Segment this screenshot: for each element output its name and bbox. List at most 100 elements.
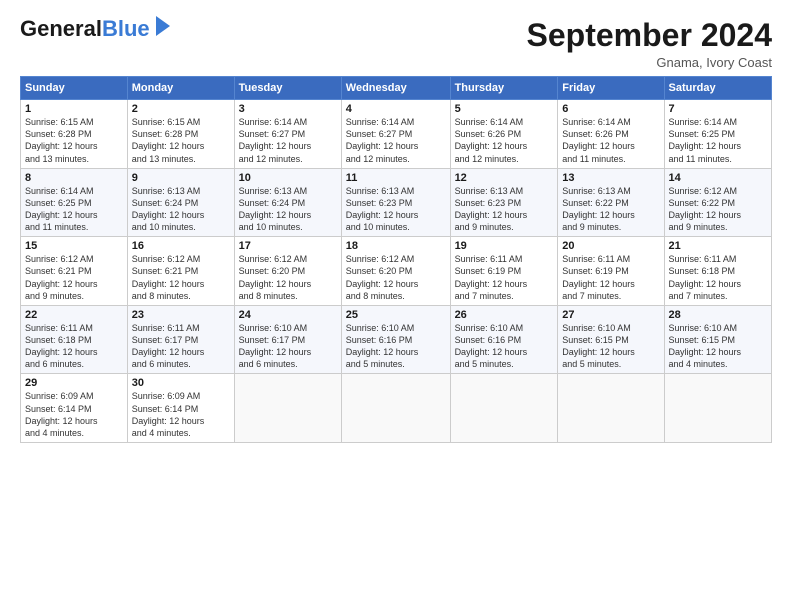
day-number: 26 <box>455 309 554 321</box>
calendar-cell: 14Sunrise: 6:12 AMSunset: 6:22 PMDayligh… <box>664 168 771 237</box>
day-number: 13 <box>562 172 659 184</box>
day-info: Sunrise: 6:10 AMSunset: 6:17 PMDaylight:… <box>239 322 337 371</box>
logo-text: GeneralBlue <box>20 18 150 40</box>
header-row: Sunday Monday Tuesday Wednesday Thursday… <box>21 77 772 100</box>
day-info: Sunrise: 6:12 AMSunset: 6:20 PMDaylight:… <box>239 253 337 302</box>
calendar-cell: 18Sunrise: 6:12 AMSunset: 6:20 PMDayligh… <box>341 237 450 306</box>
day-number: 2 <box>132 103 230 115</box>
day-info: Sunrise: 6:11 AMSunset: 6:19 PMDaylight:… <box>455 253 554 302</box>
day-number: 16 <box>132 240 230 252</box>
calendar-cell <box>341 374 450 443</box>
day-number: 14 <box>669 172 767 184</box>
day-info: Sunrise: 6:13 AMSunset: 6:22 PMDaylight:… <box>562 185 659 234</box>
calendar-cell: 19Sunrise: 6:11 AMSunset: 6:19 PMDayligh… <box>450 237 558 306</box>
day-info: Sunrise: 6:11 AMSunset: 6:17 PMDaylight:… <box>132 322 230 371</box>
calendar-week-2: 8Sunrise: 6:14 AMSunset: 6:25 PMDaylight… <box>21 168 772 237</box>
calendar-week-4: 22Sunrise: 6:11 AMSunset: 6:18 PMDayligh… <box>21 305 772 374</box>
calendar-cell: 4Sunrise: 6:14 AMSunset: 6:27 PMDaylight… <box>341 100 450 169</box>
day-info: Sunrise: 6:14 AMSunset: 6:26 PMDaylight:… <box>455 116 554 165</box>
day-number: 11 <box>346 172 446 184</box>
page: GeneralBlue September 2024 Gnama, Ivory … <box>0 0 792 453</box>
day-number: 30 <box>132 377 230 389</box>
day-info: Sunrise: 6:10 AMSunset: 6:15 PMDaylight:… <box>669 322 767 371</box>
day-info: Sunrise: 6:09 AMSunset: 6:14 PMDaylight:… <box>132 390 230 439</box>
calendar-cell: 28Sunrise: 6:10 AMSunset: 6:15 PMDayligh… <box>664 305 771 374</box>
day-info: Sunrise: 6:11 AMSunset: 6:18 PMDaylight:… <box>25 322 123 371</box>
calendar-cell: 5Sunrise: 6:14 AMSunset: 6:26 PMDaylight… <box>450 100 558 169</box>
day-number: 12 <box>455 172 554 184</box>
day-info: Sunrise: 6:14 AMSunset: 6:25 PMDaylight:… <box>669 116 767 165</box>
col-saturday: Saturday <box>664 77 771 100</box>
day-number: 27 <box>562 309 659 321</box>
day-number: 5 <box>455 103 554 115</box>
col-thursday: Thursday <box>450 77 558 100</box>
calendar-cell: 23Sunrise: 6:11 AMSunset: 6:17 PMDayligh… <box>127 305 234 374</box>
calendar-cell <box>234 374 341 443</box>
day-number: 10 <box>239 172 337 184</box>
day-number: 25 <box>346 309 446 321</box>
day-info: Sunrise: 6:13 AMSunset: 6:24 PMDaylight:… <box>132 185 230 234</box>
calendar-cell: 16Sunrise: 6:12 AMSunset: 6:21 PMDayligh… <box>127 237 234 306</box>
day-info: Sunrise: 6:15 AMSunset: 6:28 PMDaylight:… <box>25 116 123 165</box>
calendar-cell: 2Sunrise: 6:15 AMSunset: 6:28 PMDaylight… <box>127 100 234 169</box>
day-number: 19 <box>455 240 554 252</box>
calendar-cell: 27Sunrise: 6:10 AMSunset: 6:15 PMDayligh… <box>558 305 664 374</box>
calendar-cell <box>664 374 771 443</box>
calendar-cell: 6Sunrise: 6:14 AMSunset: 6:26 PMDaylight… <box>558 100 664 169</box>
day-info: Sunrise: 6:13 AMSunset: 6:23 PMDaylight:… <box>455 185 554 234</box>
calendar-cell: 10Sunrise: 6:13 AMSunset: 6:24 PMDayligh… <box>234 168 341 237</box>
calendar-cell: 30Sunrise: 6:09 AMSunset: 6:14 PMDayligh… <box>127 374 234 443</box>
calendar-cell: 20Sunrise: 6:11 AMSunset: 6:19 PMDayligh… <box>558 237 664 306</box>
day-info: Sunrise: 6:11 AMSunset: 6:19 PMDaylight:… <box>562 253 659 302</box>
day-number: 1 <box>25 103 123 115</box>
day-info: Sunrise: 6:09 AMSunset: 6:14 PMDaylight:… <box>25 390 123 439</box>
day-number: 20 <box>562 240 659 252</box>
calendar-cell: 22Sunrise: 6:11 AMSunset: 6:18 PMDayligh… <box>21 305 128 374</box>
calendar-week-5: 29Sunrise: 6:09 AMSunset: 6:14 PMDayligh… <box>21 374 772 443</box>
logo-blue: Blue <box>102 16 150 41</box>
day-number: 9 <box>132 172 230 184</box>
day-number: 29 <box>25 377 123 389</box>
calendar-header: Sunday Monday Tuesday Wednesday Thursday… <box>21 77 772 100</box>
logo-general: General <box>20 16 102 41</box>
day-info: Sunrise: 6:14 AMSunset: 6:27 PMDaylight:… <box>239 116 337 165</box>
calendar-cell: 9Sunrise: 6:13 AMSunset: 6:24 PMDaylight… <box>127 168 234 237</box>
calendar-cell: 8Sunrise: 6:14 AMSunset: 6:25 PMDaylight… <box>21 168 128 237</box>
day-info: Sunrise: 6:13 AMSunset: 6:24 PMDaylight:… <box>239 185 337 234</box>
day-number: 18 <box>346 240 446 252</box>
day-info: Sunrise: 6:10 AMSunset: 6:15 PMDaylight:… <box>562 322 659 371</box>
day-info: Sunrise: 6:11 AMSunset: 6:18 PMDaylight:… <box>669 253 767 302</box>
calendar-cell: 11Sunrise: 6:13 AMSunset: 6:23 PMDayligh… <box>341 168 450 237</box>
day-info: Sunrise: 6:10 AMSunset: 6:16 PMDaylight:… <box>346 322 446 371</box>
logo-arrow-icon <box>152 16 174 38</box>
col-friday: Friday <box>558 77 664 100</box>
day-number: 4 <box>346 103 446 115</box>
day-number: 7 <box>669 103 767 115</box>
day-number: 22 <box>25 309 123 321</box>
col-sunday: Sunday <box>21 77 128 100</box>
day-number: 21 <box>669 240 767 252</box>
calendar-cell: 7Sunrise: 6:14 AMSunset: 6:25 PMDaylight… <box>664 100 771 169</box>
calendar-cell <box>558 374 664 443</box>
day-number: 8 <box>25 172 123 184</box>
calendar-cell: 25Sunrise: 6:10 AMSunset: 6:16 PMDayligh… <box>341 305 450 374</box>
location: Gnama, Ivory Coast <box>527 55 772 70</box>
col-monday: Monday <box>127 77 234 100</box>
day-info: Sunrise: 6:12 AMSunset: 6:21 PMDaylight:… <box>132 253 230 302</box>
calendar-cell: 24Sunrise: 6:10 AMSunset: 6:17 PMDayligh… <box>234 305 341 374</box>
calendar-cell: 1Sunrise: 6:15 AMSunset: 6:28 PMDaylight… <box>21 100 128 169</box>
day-number: 23 <box>132 309 230 321</box>
day-number: 17 <box>239 240 337 252</box>
day-number: 24 <box>239 309 337 321</box>
day-number: 28 <box>669 309 767 321</box>
calendar-body: 1Sunrise: 6:15 AMSunset: 6:28 PMDaylight… <box>21 100 772 443</box>
calendar-week-1: 1Sunrise: 6:15 AMSunset: 6:28 PMDaylight… <box>21 100 772 169</box>
calendar-cell: 17Sunrise: 6:12 AMSunset: 6:20 PMDayligh… <box>234 237 341 306</box>
day-number: 6 <box>562 103 659 115</box>
day-info: Sunrise: 6:10 AMSunset: 6:16 PMDaylight:… <box>455 322 554 371</box>
calendar-week-3: 15Sunrise: 6:12 AMSunset: 6:21 PMDayligh… <box>21 237 772 306</box>
day-info: Sunrise: 6:14 AMSunset: 6:25 PMDaylight:… <box>25 185 123 234</box>
day-number: 3 <box>239 103 337 115</box>
col-wednesday: Wednesday <box>341 77 450 100</box>
day-info: Sunrise: 6:14 AMSunset: 6:26 PMDaylight:… <box>562 116 659 165</box>
